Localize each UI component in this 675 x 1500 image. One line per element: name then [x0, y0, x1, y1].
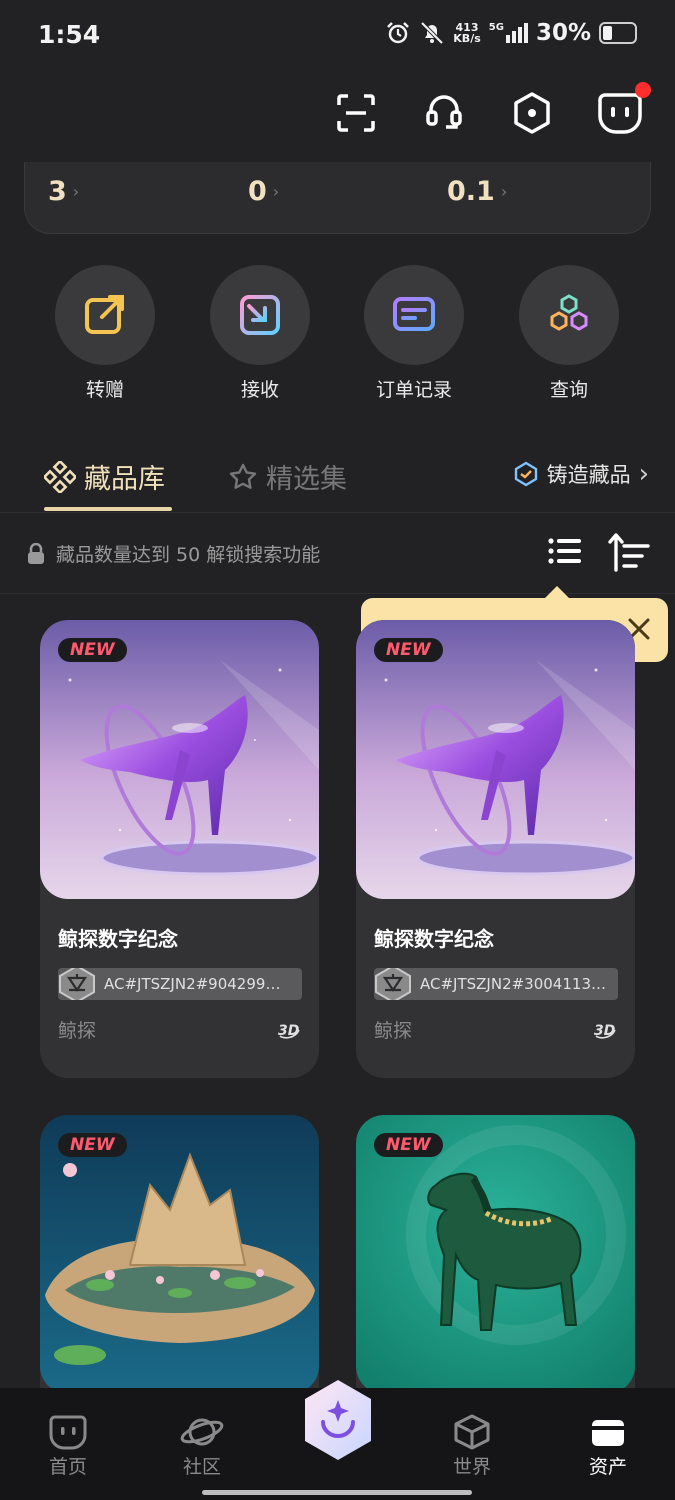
nav-home[interactable]: 首页: [28, 1412, 108, 1479]
view-toggle-button[interactable]: [548, 536, 582, 570]
collection-image: NEW: [40, 1115, 319, 1394]
nav-community[interactable]: 社区: [162, 1412, 242, 1479]
receive-button[interactable]: 接收: [200, 265, 320, 402]
tab-underline: [44, 507, 172, 511]
collection-card[interactable]: NEW: [40, 1115, 319, 1415]
center-star-icon: [305, 1380, 371, 1460]
order-record-icon: [393, 297, 435, 331]
order-record-button[interactable]: 订单记录: [354, 265, 474, 402]
battery-percent: 30%: [535, 20, 591, 46]
headset-icon: [426, 95, 462, 129]
net-speed: 413 KB/s: [453, 21, 481, 45]
face-home-icon: [49, 1415, 87, 1450]
card-code: AC#JTSZJN2#904299…: [58, 968, 302, 1000]
chain-hexagon-icon: [59, 968, 95, 1000]
hexagon-settings-icon: [514, 92, 550, 134]
card-code: AC#JTSZJN2#3004113…: [374, 968, 618, 1000]
chevron-right-icon: ›: [500, 182, 508, 201]
new-badge: NEW: [374, 638, 443, 662]
collection-card[interactable]: NEW: [356, 1115, 635, 1415]
robot-face-icon: [598, 93, 642, 134]
star-icon: [229, 463, 257, 489]
mint-collection-link[interactable]: 铸造藏品 ›: [513, 459, 649, 489]
cube-icon: [454, 1414, 490, 1450]
scan-button[interactable]: [331, 88, 381, 138]
card-title: 鲸探数字纪念: [374, 927, 494, 951]
3d-icon: 3D: [594, 1023, 616, 1039]
bottom-nav: 首页 社区 世界 资产: [0, 1380, 675, 1500]
diamond-grid-icon: [44, 460, 76, 493]
card-footer: 鲸探 3D: [58, 1016, 301, 1046]
settings-button[interactable]: [507, 88, 557, 138]
3d-icon: 3D: [278, 1023, 300, 1039]
new-badge: NEW: [58, 638, 127, 662]
notification-dot: [635, 82, 651, 98]
battery-icon: [599, 22, 637, 44]
query-button[interactable]: 查询: [509, 265, 629, 402]
sort-icon: [608, 533, 650, 572]
customer-service-button[interactable]: [419, 88, 469, 138]
tab-collection[interactable]: 藏品库: [44, 457, 165, 496]
transfer-button[interactable]: 转赠: [45, 265, 165, 402]
chevron-right-icon: ›: [638, 459, 649, 489]
collection-image: NEW: [40, 620, 319, 899]
planet-icon: [180, 1418, 224, 1446]
search-lock-hint: 藏品数量达到 50 解锁搜索功能: [26, 540, 320, 567]
alarm-icon: [387, 22, 410, 44]
collection-card[interactable]: NEW 鲸探数字纪念 AC#JTSZJN2#3004113… 鲸探 3D: [356, 620, 635, 1078]
wallet-icon: [592, 1420, 624, 1446]
card-title: 鲸探数字纪念: [58, 927, 178, 951]
card-brand: 鲸探: [58, 1020, 97, 1042]
tab-featured[interactable]: 精选集: [228, 457, 347, 496]
nav-center-button[interactable]: [301, 1378, 375, 1462]
signal-indicator: 5G: [489, 23, 528, 43]
new-badge: NEW: [374, 1133, 443, 1157]
collection-tabs: 藏品库 精选集 铸造藏品 ›: [0, 445, 675, 513]
collection-image: NEW: [356, 1115, 635, 1394]
stat-item[interactable]: 0 ›: [248, 176, 279, 207]
nav-world[interactable]: 世界: [432, 1412, 512, 1479]
mint-cube-icon: [514, 461, 537, 487]
messages-button[interactable]: [595, 82, 651, 138]
nav-assets[interactable]: 资产: [568, 1412, 648, 1479]
chain-hexagon-icon: [375, 968, 411, 1000]
home-indicator: [202, 1490, 472, 1495]
status-icons: 413 KB/s 5G 30%: [385, 20, 637, 46]
signal-bars-icon: [505, 23, 528, 43]
list-view-icon: [548, 538, 581, 564]
chevron-right-icon: ›: [72, 182, 80, 201]
stat-item[interactable]: 3 ›: [48, 176, 79, 207]
card-footer: 鲸探 3D: [374, 1016, 617, 1046]
scan-icon: [337, 94, 375, 132]
new-badge: NEW: [58, 1133, 127, 1157]
status-time: 1:54: [38, 20, 101, 49]
lock-icon: [28, 542, 44, 564]
sort-button[interactable]: [608, 532, 650, 576]
mute-bell-icon: [420, 21, 444, 45]
hexagon-query-icon: [550, 294, 588, 331]
receive-icon: [240, 295, 280, 335]
status-bar: 1:54 413 KB/s 5G 30%: [0, 0, 675, 72]
collection-image: NEW: [356, 620, 635, 899]
filter-row: 藏品数量达到 50 解锁搜索功能: [0, 514, 675, 594]
card-brand: 鲸探: [374, 1020, 413, 1042]
chevron-right-icon: ›: [272, 182, 280, 201]
stat-item[interactable]: 0.1 ›: [447, 176, 507, 207]
top-toolbar: [331, 82, 651, 138]
gift-transfer-icon: [85, 295, 124, 334]
stats-card: 3 › 0 › 0.1 ›: [24, 162, 651, 234]
collection-card[interactable]: NEW 鲸探数字纪念 AC#JTSZJN2#904299… 鲸探 3D: [40, 620, 319, 1078]
